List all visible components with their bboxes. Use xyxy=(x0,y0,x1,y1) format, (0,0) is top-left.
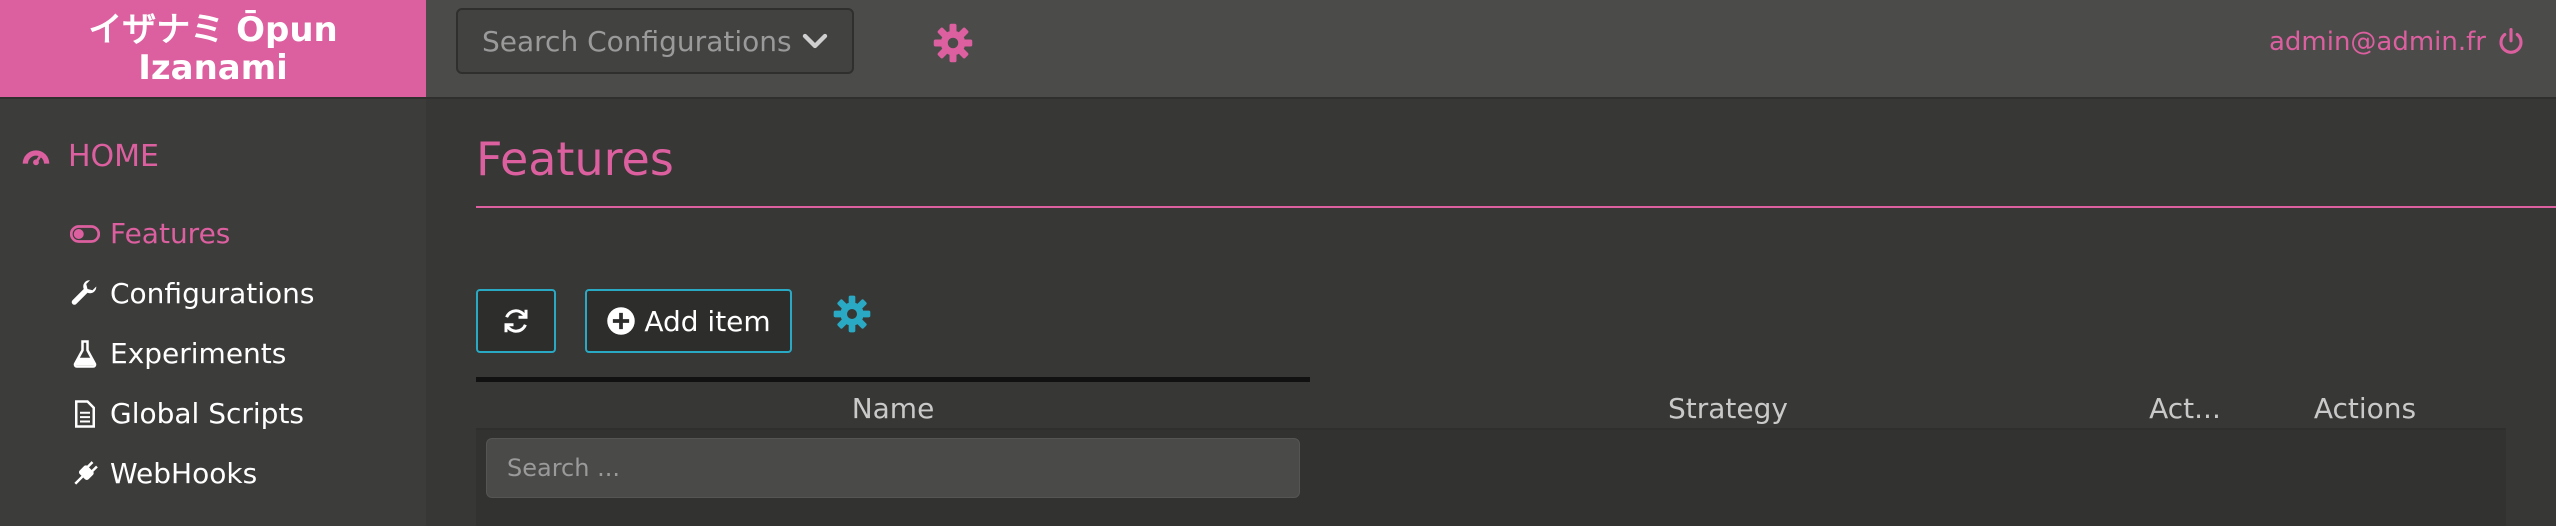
sidebar-item-webhooks[interactable]: WebHooks xyxy=(70,457,257,490)
name-search-input[interactable]: Search ... xyxy=(486,438,1300,498)
dashboard-icon xyxy=(22,149,50,165)
sidebar-item-features[interactable]: Features xyxy=(70,217,230,250)
sidebar: HOME Features Configurations Experiments… xyxy=(0,99,426,526)
config-search-placeholder: Search Configurations xyxy=(482,24,792,58)
page-title: Features xyxy=(476,132,674,186)
title-divider xyxy=(476,206,2556,208)
sidebar-item-experiments[interactable]: Experiments xyxy=(70,337,286,370)
table-settings-gear-icon[interactable] xyxy=(832,294,872,334)
sidebar-item-label: Configurations xyxy=(110,277,315,310)
column-header-name[interactable]: Name xyxy=(476,386,1310,430)
user-email[interactable]: admin@admin.fr xyxy=(2269,27,2486,57)
sidebar-item-label: Features xyxy=(110,217,231,250)
plug-icon xyxy=(74,460,98,485)
brand-logo[interactable]: イザナミ Ōpun Izanami xyxy=(0,0,426,97)
sidebar-item-label: Experiments xyxy=(110,337,287,370)
name-search-placeholder: Search ... xyxy=(507,454,620,482)
chevron-down-icon xyxy=(802,33,828,49)
add-item-label: Add item xyxy=(644,304,771,338)
wrench-icon xyxy=(71,279,97,305)
column-header-strategy[interactable]: Strategy xyxy=(1310,386,2146,430)
power-icon[interactable] xyxy=(2496,27,2526,57)
config-search-select[interactable]: Search Configurations xyxy=(456,8,854,74)
brand-title: Izanami xyxy=(138,47,288,88)
sidebar-home-link[interactable]: HOME xyxy=(20,139,159,174)
add-item-button[interactable]: Add item xyxy=(585,289,792,353)
refresh-icon xyxy=(504,309,528,333)
column-header-active[interactable]: Act... xyxy=(2149,386,2221,430)
sidebar-item-label: Global Scripts xyxy=(110,397,305,430)
sidebar-item-global-scripts[interactable]: Global Scripts xyxy=(70,397,304,430)
brand-title-japanese: イザナミ Ōpun xyxy=(88,9,338,50)
plus-circle-icon xyxy=(607,307,636,335)
sidebar-item-label: WebHooks xyxy=(110,457,258,490)
top-navbar: イザナミ Ōpun Izanami Search Configurations … xyxy=(0,0,2556,99)
flask-icon xyxy=(73,339,97,368)
user-menu[interactable]: admin@admin.fr xyxy=(2269,22,2526,62)
toggle-icon xyxy=(70,224,100,243)
file-icon xyxy=(75,399,95,428)
column-header-actions: Actions xyxy=(2313,391,2417,425)
refresh-button[interactable] xyxy=(476,289,556,353)
sidebar-item-configurations[interactable]: Configurations xyxy=(70,277,314,310)
sort-indicator xyxy=(476,377,1310,382)
sidebar-home-label: HOME xyxy=(68,139,160,174)
gear-icon[interactable] xyxy=(932,22,974,64)
